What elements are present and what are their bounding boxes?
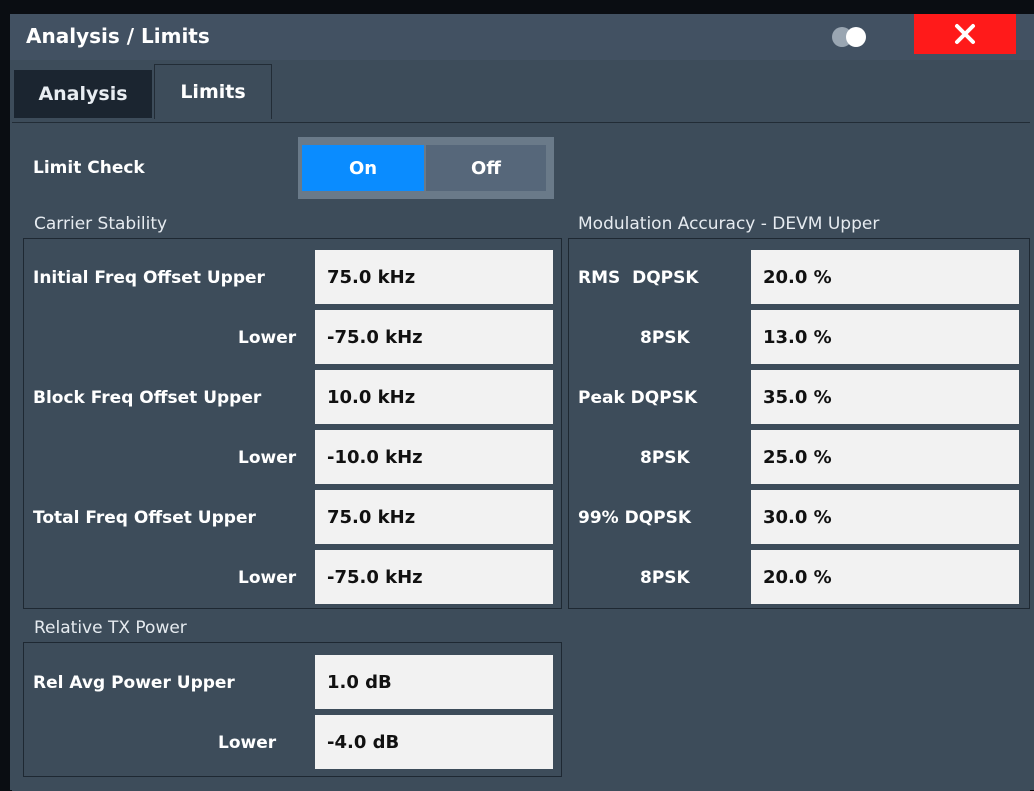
rel-avg-power-upper-value: 1.0 dB — [327, 671, 392, 693]
block-freq-offset-lower-field[interactable]: -10.0 kHz — [315, 430, 553, 484]
rms-dqpsk-label: RMS DQPSK — [578, 268, 699, 288]
initial-freq-offset-upper-value: 75.0 kHz — [327, 266, 416, 288]
initial-freq-offset-lower-field[interactable]: -75.0 kHz — [315, 310, 553, 364]
total-freq-offset-lower-value: -75.0 kHz — [327, 566, 423, 588]
limit-check-toggle[interactable]: On Off — [298, 137, 554, 199]
block-freq-offset-upper-field[interactable]: 10.0 kHz — [315, 370, 553, 424]
toggle-icon[interactable] — [830, 26, 870, 48]
total-freq-offset-lower-label: Lower — [238, 568, 297, 588]
modulation-accuracy-title: Modulation Accuracy - DEVM Upper — [578, 214, 880, 234]
dialog-title: Analysis / Limits — [26, 24, 210, 48]
limit-check-on-label: On — [348, 157, 378, 179]
total-freq-offset-upper-label: Total Freq Offset Upper — [33, 508, 256, 528]
total-freq-offset-upper-field[interactable]: 75.0 kHz — [315, 490, 553, 544]
tab-analysis[interactable]: Analysis — [14, 70, 152, 118]
rms-dqpsk-value: 20.0 % — [763, 266, 832, 288]
close-button[interactable] — [914, 14, 1016, 54]
p99-dqpsk-label: 99% DQPSK — [578, 508, 692, 528]
initial-freq-offset-upper-label: Initial Freq Offset Upper — [33, 268, 265, 288]
tab-limits-label: Limits — [180, 81, 246, 103]
rel-avg-power-lower-field[interactable]: -4.0 dB — [315, 715, 553, 769]
block-freq-offset-lower-value: -10.0 kHz — [327, 446, 423, 468]
block-freq-offset-lower-label: Lower — [238, 448, 297, 468]
initial-freq-offset-lower-value: -75.0 kHz — [327, 326, 423, 348]
block-freq-offset-upper-label: Block Freq Offset Upper — [33, 388, 262, 408]
rms-8psk-value: 13.0 % — [763, 326, 832, 348]
limit-check-off-label: Off — [471, 157, 501, 179]
carrier-stability-title: Carrier Stability — [34, 214, 168, 234]
initial-freq-offset-lower-label: Lower — [238, 328, 297, 348]
rms-dqpsk-field[interactable]: 20.0 % — [751, 250, 1019, 304]
p99-dqpsk-field[interactable]: 30.0 % — [751, 490, 1019, 544]
rel-avg-power-upper-field[interactable]: 1.0 dB — [315, 655, 553, 709]
rms-8psk-field[interactable]: 13.0 % — [751, 310, 1019, 364]
p99-8psk-value: 20.0 % — [763, 566, 832, 588]
total-freq-offset-upper-value: 75.0 kHz — [327, 506, 416, 528]
rel-avg-power-upper-label: Rel Avg Power Upper — [33, 673, 235, 693]
peak-dqpsk-field[interactable]: 35.0 % — [751, 370, 1019, 424]
p99-dqpsk-value: 30.0 % — [763, 506, 832, 528]
rel-avg-power-lower-label: Lower — [218, 733, 277, 753]
limit-check-on-button[interactable]: On — [302, 145, 424, 191]
peak-8psk-label: 8PSK — [640, 448, 690, 468]
tab-analysis-label: Analysis — [38, 83, 128, 105]
peak-8psk-field[interactable]: 25.0 % — [751, 430, 1019, 484]
limit-check-off-button[interactable]: Off — [426, 145, 546, 191]
title-bar: Analysis / Limits — [10, 14, 1034, 61]
rel-avg-power-lower-value: -4.0 dB — [327, 731, 400, 753]
p99-8psk-field[interactable]: 20.0 % — [751, 550, 1019, 604]
p99-8psk-label: 8PSK — [640, 568, 690, 588]
total-freq-offset-lower-field[interactable]: -75.0 kHz — [315, 550, 553, 604]
close-icon — [955, 24, 975, 44]
peak-8psk-value: 25.0 % — [763, 446, 832, 468]
tab-limits[interactable]: Limits — [154, 64, 272, 119]
limit-check-label: Limit Check — [33, 158, 145, 178]
top-strip — [0, 0, 1034, 14]
peak-dqpsk-label: Peak DQPSK — [578, 388, 698, 408]
block-freq-offset-upper-value: 10.0 kHz — [327, 386, 416, 408]
initial-freq-offset-upper-field[interactable]: 75.0 kHz — [315, 250, 553, 304]
relative-tx-power-title: Relative TX Power — [34, 618, 187, 638]
rms-8psk-label: 8PSK — [640, 328, 690, 348]
peak-dqpsk-value: 35.0 % — [763, 386, 832, 408]
